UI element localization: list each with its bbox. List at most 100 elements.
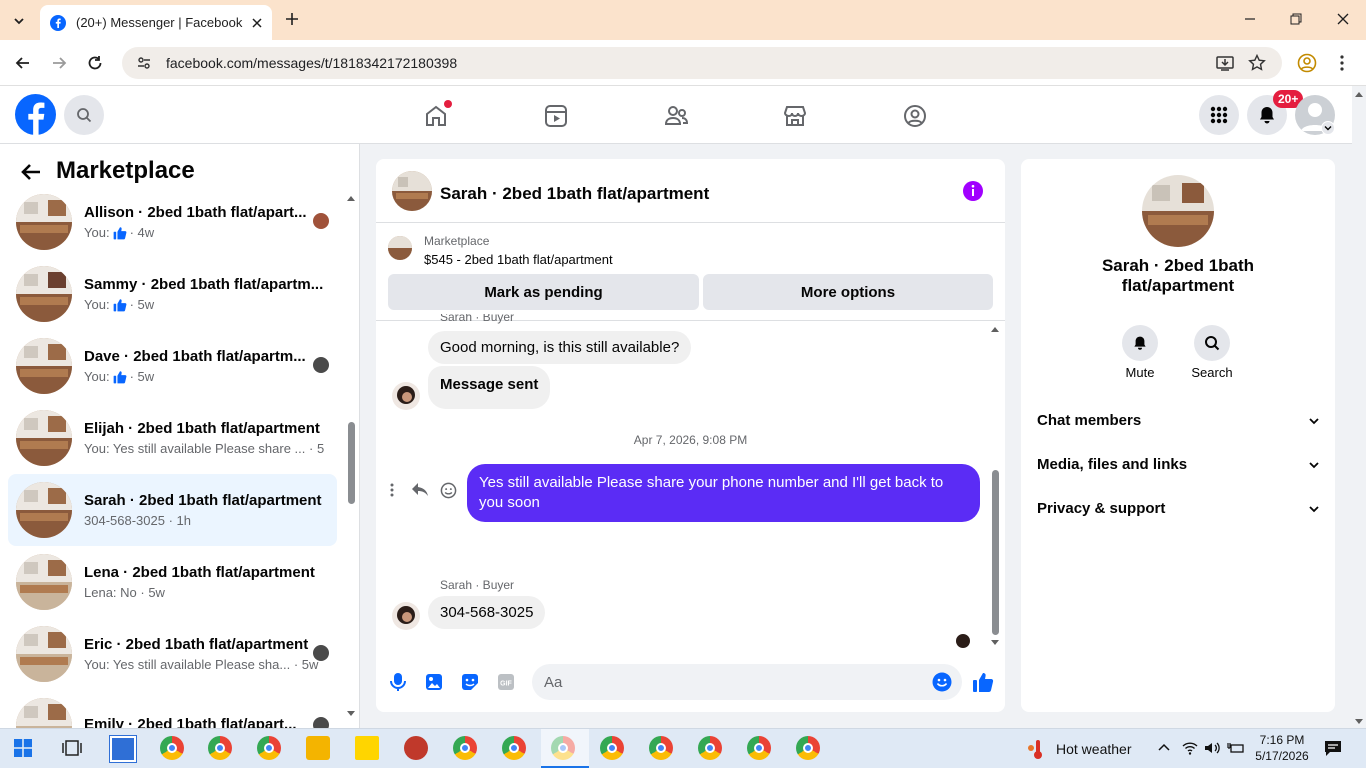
message-bubble[interactable]: Good morning, is this still available? xyxy=(428,331,692,364)
facebook-logo[interactable] xyxy=(15,94,56,135)
conversation-item[interactable]: Eric · 2bed 1bath flat/apartment You: Yes… xyxy=(8,618,337,690)
taskbar-app-icon[interactable] xyxy=(160,736,184,760)
conversation-item[interactable]: Sammy · 2bed 1bath flat/apartm... You: · 5… xyxy=(8,258,337,330)
taskbar-app-icon[interactable] xyxy=(796,736,820,760)
mark-as-pending-button[interactable]: Mark as pending xyxy=(388,274,699,310)
listing-thumbnail[interactable] xyxy=(388,236,412,260)
notification-center-button[interactable] xyxy=(1324,739,1342,757)
task-view-button[interactable] xyxy=(62,739,82,757)
row-label: Media, files and links xyxy=(1037,456,1188,473)
more-options-button[interactable]: More options xyxy=(703,274,993,310)
privacy-support-row[interactable]: Privacy & support xyxy=(1037,500,1319,517)
profile-photo[interactable] xyxy=(1142,175,1214,247)
install-app-button[interactable] xyxy=(1216,54,1234,72)
address-bar[interactable]: facebook.com/messages/t/1818342172180398 xyxy=(122,47,1282,79)
list-scrollbar[interactable] xyxy=(346,194,356,724)
sender-avatar[interactable] xyxy=(392,602,420,630)
chat-title[interactable]: Sarah · 2bed 1bath flat/apartment xyxy=(440,184,709,204)
site-settings-icon[interactable] xyxy=(136,55,152,71)
nav-video[interactable] xyxy=(540,100,572,132)
reload-button[interactable] xyxy=(86,54,104,72)
battery-button[interactable] xyxy=(1227,740,1245,756)
message-bubble[interactable]: 304-568-3025 xyxy=(428,596,546,629)
url-text[interactable]: facebook.com/messages/t/1818342172180398 xyxy=(166,55,457,71)
scroll-thumb[interactable] xyxy=(992,470,999,635)
microphone-icon xyxy=(390,673,406,691)
show-hidden-icons-button[interactable] xyxy=(1158,742,1170,752)
scroll-down-icon xyxy=(991,640,999,645)
conversation-item[interactable]: Dave · 2bed 1bath flat/apartm... You: · 5w xyxy=(8,330,337,402)
taskbar-app-icon[interactable] xyxy=(747,736,771,760)
weather-widget[interactable]: Hot weather xyxy=(1026,738,1131,760)
taskbar-app-icon[interactable] xyxy=(404,736,428,760)
back-arrow-button[interactable] xyxy=(20,162,42,182)
bookmark-button[interactable] xyxy=(1248,54,1266,72)
gif-button[interactable]: GIF xyxy=(497,673,515,691)
volume-button[interactable] xyxy=(1204,740,1220,756)
profile-button[interactable] xyxy=(1297,53,1317,73)
taskbar-app-icon[interactable] xyxy=(453,736,477,760)
attach-photo-button[interactable] xyxy=(425,673,443,691)
nav-gaming[interactable] xyxy=(899,100,931,132)
minimize-button[interactable] xyxy=(1244,13,1256,25)
tab-search-button[interactable] xyxy=(8,10,30,32)
chat-members-row[interactable]: Chat members xyxy=(1037,412,1319,429)
mute-button[interactable] xyxy=(1122,325,1158,361)
account-dropdown-indicator[interactable] xyxy=(1321,121,1335,135)
emoji-button[interactable] xyxy=(932,672,952,692)
conversation-item[interactable]: Lena · 2bed 1bath flat/apartment Lena: No… xyxy=(8,546,337,618)
close-tab-icon[interactable] xyxy=(252,17,262,28)
profile-icon xyxy=(1297,53,1317,73)
taskbar-app-icon[interactable] xyxy=(502,736,526,760)
taskbar-app-icon[interactable] xyxy=(649,736,673,760)
send-like-button[interactable] xyxy=(972,671,994,693)
page-scrollbar[interactable] xyxy=(1352,90,1366,726)
start-button[interactable] xyxy=(14,739,32,757)
taskbar-app-icon[interactable] xyxy=(306,736,330,760)
reply-button[interactable] xyxy=(411,482,429,498)
menu-button[interactable] xyxy=(1199,95,1239,135)
taskbar-app-icon[interactable] xyxy=(355,736,379,760)
chat-avatar[interactable] xyxy=(392,171,432,211)
taskbar-app-icon[interactable] xyxy=(600,736,624,760)
message-bubble[interactable]: Message sent xyxy=(428,366,551,409)
scroll-thumb[interactable] xyxy=(348,422,355,504)
wifi-icon xyxy=(1182,742,1198,755)
taskbar-app-icon[interactable] xyxy=(698,736,722,760)
preview-text: Lena: No · 5w xyxy=(84,585,165,600)
taskbar-app-icon[interactable] xyxy=(257,736,281,760)
nav-home[interactable] xyxy=(420,100,452,132)
new-tab-button[interactable] xyxy=(284,11,300,27)
reload-icon xyxy=(88,56,102,70)
clock[interactable]: 7:16 PM 5/17/2026 xyxy=(1252,732,1312,764)
react-button[interactable] xyxy=(440,482,457,499)
conversation-info-button[interactable] xyxy=(962,180,984,202)
avatar-icon xyxy=(397,606,415,624)
browser-menu-button[interactable] xyxy=(1336,54,1348,72)
conversation-item[interactable]: Elijah · 2bed 1bath flat/apartment You: Y… xyxy=(8,402,337,474)
nav-marketplace[interactable] xyxy=(779,100,811,132)
restore-button[interactable] xyxy=(1290,13,1302,25)
voice-clip-button[interactable] xyxy=(389,672,407,692)
sticker-button[interactable] xyxy=(461,673,479,691)
conversation-item[interactable]: Allison · 2bed 1bath flat/apart... You: · … xyxy=(8,186,337,258)
taskbar-app-1[interactable] xyxy=(109,735,137,763)
message-input[interactable]: Aa xyxy=(532,664,962,700)
conversation-item[interactable]: Sarah · 2bed 1bath flat/apartment 304-568… xyxy=(8,474,337,546)
message-more-button[interactable] xyxy=(386,481,398,499)
taskbar-app-icon[interactable] xyxy=(208,736,232,760)
forward-button[interactable] xyxy=(50,54,68,72)
browser-tab-active[interactable]: (20+) Messenger | Facebook xyxy=(40,5,272,40)
back-button[interactable] xyxy=(14,54,32,72)
marketplace-icon xyxy=(783,106,807,126)
facebook-search-button[interactable] xyxy=(64,95,104,135)
listing-title[interactable]: $545 - 2bed 1bath flat/apartment xyxy=(424,252,613,267)
nav-friends[interactable] xyxy=(660,100,692,132)
chat-scrollbar[interactable] xyxy=(990,325,1000,647)
network-icon-button[interactable] xyxy=(1182,740,1198,756)
search-conversation-button[interactable] xyxy=(1194,325,1230,361)
sender-avatar[interactable] xyxy=(392,382,420,410)
my-message-bubble[interactable]: Yes still available Please share your ph… xyxy=(467,464,980,522)
media-files-links-row[interactable]: Media, files and links xyxy=(1037,456,1319,473)
close-window-button[interactable] xyxy=(1337,13,1349,25)
